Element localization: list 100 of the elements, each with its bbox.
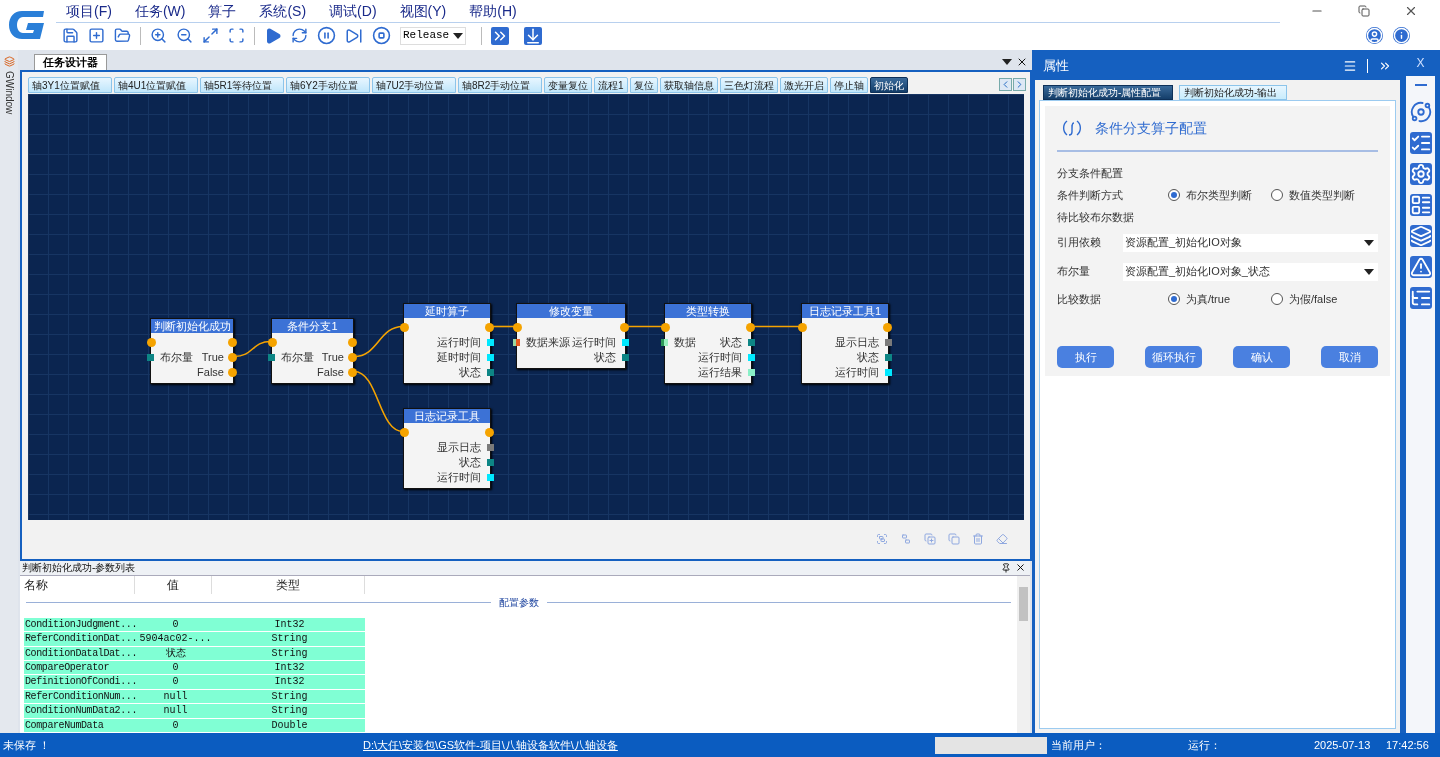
flow-tab[interactable]: 变量复位 [544, 76, 592, 93]
expand-icon[interactable] [202, 27, 219, 44]
flow-tab[interactable]: 轴6Y2手动位置 [286, 76, 370, 93]
info-icon[interactable] [1393, 26, 1410, 44]
save-icon[interactable] [62, 27, 79, 44]
node-title: 条件分支1 [272, 319, 353, 333]
restore-icon[interactable] [1358, 5, 1370, 17]
side-tab[interactable]: GWindow [1, 71, 17, 115]
flow-tab[interactable]: 复位 [629, 76, 658, 93]
layout-icon[interactable] [1409, 194, 1432, 216]
menu-item[interactable]: 算子 [208, 0, 237, 22]
menu-icon[interactable] [1343, 59, 1357, 73]
flow-port[interactable] [268, 338, 277, 347]
operator-node[interactable]: 日志记录工具1 显示日志 状态 运行时间 [801, 303, 889, 384]
layers-icon[interactable] [1409, 225, 1432, 247]
stop-icon[interactable] [372, 26, 391, 45]
loop-icon[interactable] [291, 27, 308, 44]
table-cell-text: 0 [171, 718, 180, 732]
flow-port[interactable] [400, 323, 409, 332]
table-cell: ConditionNumData2... [24, 704, 137, 718]
radio-button[interactable] [1271, 293, 1283, 305]
radio-button[interactable] [1271, 189, 1283, 201]
operator-node[interactable]: 类型转换 数据 状态 运行时间 运行结果 [664, 303, 752, 384]
menu-item[interactable]: 帮助(H) [469, 0, 517, 22]
data-port[interactable] [661, 339, 668, 346]
flow-port[interactable] [513, 323, 522, 332]
menu-item[interactable]: 任务(W) [134, 0, 186, 22]
column-header[interactable]: 值 [135, 575, 212, 594]
operator-node[interactable]: 日志记录工具 显示日志 状态 运行时间 [403, 408, 491, 489]
action-button[interactable]: 确认 [1233, 346, 1290, 368]
select-field[interactable]: 资源配置_初始化IO对象 [1123, 233, 1378, 252]
flow-tab[interactable]: 初始化 [869, 76, 908, 93]
menu-item[interactable]: 系统(S) [259, 0, 307, 22]
flow-port[interactable] [485, 323, 494, 332]
field-label: 布尔量 [1057, 264, 1091, 280]
list-icon[interactable] [1409, 287, 1432, 309]
flow-tab[interactable]: 停止轴 [829, 76, 868, 93]
operator-node[interactable]: 判断初始化成功 布尔量 True False [150, 318, 234, 384]
action-button[interactable]: 循环执行 [1145, 346, 1202, 368]
checklist-icon[interactable] [1409, 132, 1432, 154]
pause-icon[interactable] [317, 26, 336, 45]
flow-tab[interactable]: 轴3Y1位置赋值 [28, 76, 112, 93]
flow-tab[interactable]: 轴5R1等待位置 [200, 76, 284, 93]
operator-node[interactable]: 条件分支1 布尔量 True False [271, 318, 354, 384]
column-header[interactable]: 名称 [20, 575, 135, 594]
collapse-icon[interactable] [1378, 59, 1392, 73]
action-button[interactable]: 执行 [1057, 346, 1114, 368]
flow-port[interactable] [746, 323, 755, 332]
close-button[interactable]: X [1416, 54, 1425, 72]
radio-button[interactable] [1168, 189, 1180, 201]
menu-item[interactable]: 调试(D) [329, 0, 377, 22]
flow-port[interactable] [400, 428, 409, 437]
flow-tab[interactable]: 轴4U1位置赋值 [114, 76, 198, 93]
flow-tab[interactable]: 获取轴信息 [659, 76, 718, 93]
node-canvas[interactable]: 判断初始化成功 布尔量 True False 条件分支1 布尔量 True False 延时算子 运行时间 延时时间 状态 修改变量 数据来源 运行时间 状态 类型转换 数据 状态 运行时间 运行结果 日志记录工具1 显示日志 状态 运行时间 日志记录工具 显示日志 状态 运行时间 [28, 94, 1024, 520]
node-title: 修改变量 [517, 304, 625, 318]
close-icon[interactable] [1404, 4, 1418, 18]
orbit-icon[interactable] [1409, 101, 1432, 123]
property-tab[interactable]: 判断初始化成功-输出 [1179, 85, 1287, 100]
pin-icon[interactable] [1001, 562, 1011, 573]
operator-node[interactable]: 修改变量 数据来源 运行时间 状态 [516, 303, 626, 369]
scrollbar[interactable] [1017, 575, 1030, 733]
port-label: 数据 [674, 335, 696, 351]
play-icon[interactable] [264, 26, 282, 45]
folder-icon[interactable] [114, 27, 131, 44]
action-button[interactable]: 取消 [1321, 346, 1378, 368]
radio-button[interactable] [1168, 293, 1180, 305]
flow-tab[interactable]: 轴8R2手动位置 [458, 76, 542, 93]
flow-port[interactable] [661, 323, 670, 332]
column-header[interactable]: 类型 [212, 575, 365, 594]
menu-item[interactable]: 视图(Y) [399, 0, 447, 22]
close-icon[interactable] [1015, 562, 1026, 574]
flow-tab[interactable]: 三色灯流程 [719, 76, 778, 93]
flow-tab[interactable]: 流程1 [594, 76, 628, 93]
fit-icon[interactable] [228, 27, 245, 44]
download-icon[interactable] [524, 26, 542, 45]
flow-port[interactable] [798, 323, 807, 332]
operator-node[interactable]: 延时算子 运行时间 延时时间 状态 [403, 303, 491, 384]
flow-port[interactable] [883, 323, 892, 332]
flow-port[interactable] [485, 428, 494, 437]
settings-icon[interactable] [1409, 163, 1432, 185]
warning-icon[interactable] [1409, 256, 1432, 278]
menu-item[interactable]: 项目(F) [66, 0, 112, 22]
new-icon[interactable] [88, 27, 105, 44]
flow-port[interactable] [620, 323, 629, 332]
mode-dropdown[interactable]: Release [400, 26, 466, 45]
property-tab[interactable]: 判断初始化成功-属性配置 [1043, 85, 1173, 100]
user-icon[interactable] [1366, 26, 1383, 44]
zoom-out-icon[interactable] [176, 27, 193, 44]
table-cell: ReferConditionDat... [24, 632, 137, 646]
table-cell-text: Int32 [273, 675, 306, 689]
step-icon[interactable] [345, 26, 363, 45]
document-tab[interactable]: 任务设计器 [34, 54, 107, 70]
project-path-link[interactable]: D:\大任\安装包\GS软件-项目\八轴设备软件\八轴设备 [363, 736, 935, 754]
flow-tab[interactable]: 轴7U2手动位置 [372, 76, 456, 93]
close-icon[interactable] [1016, 56, 1028, 68]
select-field[interactable]: 资源配置_初始化IO对象_状态 [1123, 262, 1378, 281]
flow-port[interactable] [147, 338, 156, 347]
flow-tab[interactable]: 激光开启 [779, 76, 828, 93]
zoom-in-icon[interactable] [150, 27, 167, 44]
